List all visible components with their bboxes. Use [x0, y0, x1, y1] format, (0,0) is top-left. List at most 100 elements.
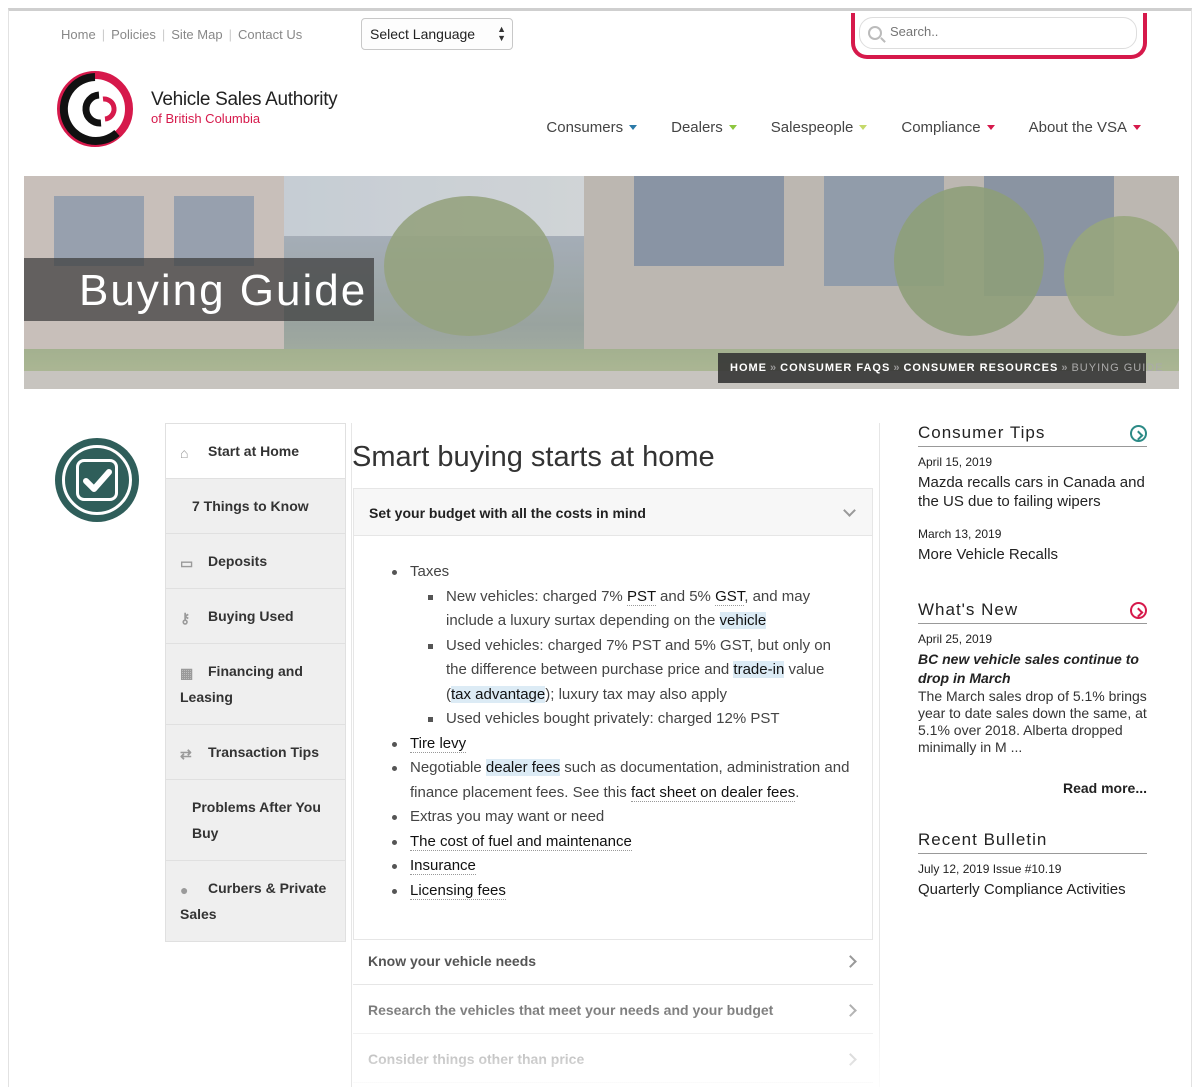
list-item: Used vehicles bought privately: charged … [410, 707, 852, 732]
section-title-text: Consumer Tips [918, 423, 1046, 442]
text: ); luxury tax may also apply [545, 685, 727, 703]
chevron-right-icon [844, 955, 857, 968]
main-content: Smart buying starts at home Set your bud… [351, 423, 881, 1087]
nav-salespeople-label: Salespeople [770, 119, 854, 136]
tip-link[interactable]: Mazda recalls cars in Canada and the US … [918, 473, 1147, 511]
trade-in-link[interactable]: trade-in [733, 661, 785, 678]
sidebar-item-label: Buying Used [208, 608, 294, 624]
list-item: Negotiable dealer fees such as documenta… [374, 756, 852, 805]
breadcrumb-home[interactable]: HOME [730, 362, 767, 374]
accordion-budget-title: Set your budget with all the costs in mi… [369, 505, 646, 521]
bulletin-date: July 12, 2019 Issue #10.19 [918, 862, 1062, 876]
tire-levy-link[interactable]: Tire levy [410, 734, 467, 753]
pst-link[interactable]: PST [626, 587, 656, 606]
text: . [795, 783, 800, 801]
breadcrumb-consumer-faqs[interactable]: CONSUMER FAQS [780, 362, 890, 374]
nav-salespeople[interactable]: Salespeople [771, 119, 868, 136]
sidebar-item-label: Financing and Leasing [180, 663, 303, 705]
nav-about-label: About the VSA [1028, 119, 1127, 136]
utility-link-contact[interactable]: Contact Us [232, 27, 308, 42]
sidebar-item-label: 7 Things to Know [192, 498, 309, 514]
fuel-maintenance-link[interactable]: The cost of fuel and maintenance [410, 832, 632, 851]
logo-name: Vehicle Sales Authority [151, 89, 338, 110]
arrow-right-circle-icon[interactable] [1130, 425, 1147, 442]
nav-consumers-label: Consumers [546, 119, 624, 136]
licensing-fees-link[interactable]: Licensing fees [410, 881, 506, 900]
gst-link[interactable]: GST [715, 587, 745, 606]
key-icon: ⚷ [180, 610, 191, 626]
accordion-vehicle-needs[interactable]: Know your vehicle needs [353, 937, 873, 985]
sidebar-item-financing[interactable]: ▦ Financing and Leasing [166, 644, 345, 725]
sidebar-item-deposits[interactable]: ▭ Deposits [166, 534, 345, 589]
news-headline[interactable]: BC new vehicle sales continue to drop in… [918, 650, 1147, 688]
chevron-down-icon [1133, 125, 1141, 130]
accordion-other-than-price[interactable]: Consider things other than price [353, 1035, 873, 1083]
nav-compliance-label: Compliance [901, 119, 981, 136]
page-title: Buying Guide [24, 258, 374, 321]
consumer-tips-title: Consumer Tips [918, 423, 1147, 447]
sidebar-item-start-at-home[interactable]: ⌂ Start at Home [166, 424, 345, 479]
sidebar-item-label: Transaction Tips [208, 744, 319, 760]
utility-link-policies[interactable]: Policies [105, 27, 162, 42]
chevron-right-icon [844, 1004, 857, 1017]
chevron-down-icon [728, 125, 737, 130]
inbox-icon: ▭ [180, 555, 194, 571]
chevron-down-icon [629, 125, 638, 130]
vsa-logo-mark-icon [57, 71, 133, 147]
sidebar-item-problems[interactable]: Problems After You Buy [166, 780, 345, 861]
vsa-logo[interactable]: Vehicle Sales Authority of British Colum… [55, 69, 355, 149]
select-arrows-icon: ▲ ▼ [497, 24, 506, 43]
list-item: Used vehicles: charged 7% PST and 5% GST… [410, 634, 852, 708]
news-date: April 25, 2019 [918, 632, 993, 646]
bulletin-link[interactable]: Quarterly Compliance Activities [918, 880, 1147, 899]
sidebar-item-curbers[interactable]: ● Curbers & Private Sales [166, 861, 345, 941]
browser-page: Home | Policies | Site Map | Contact Us Sel… [8, 8, 1192, 1087]
tax-advantage-link[interactable]: tax advantage [451, 685, 546, 703]
sidebar-item-label: Deposits [208, 553, 268, 569]
nav-compliance[interactable]: Compliance [901, 119, 995, 136]
sidebar-item-7-things[interactable]: 7 Things to Know [166, 479, 345, 534]
language-select[interactable]: Select Language ▲ ▼ [361, 18, 513, 50]
section-sidebar: ⌂ Start at Home 7 Things to Know ▭ Deposit… [165, 423, 346, 942]
fact-sheet-link[interactable]: fact sheet on dealer fees [630, 783, 796, 802]
sidebar-item-label: Problems After You Buy [192, 799, 321, 841]
whats-new-title: What's New [918, 600, 1147, 624]
chevron-down-icon [859, 125, 868, 130]
breadcrumb-consumer-resources[interactable]: CONSUMER RESOURCES [903, 362, 1058, 374]
list-item: Insurance [374, 854, 852, 879]
tip-link[interactable]: More Vehicle Recalls [918, 545, 1147, 564]
read-more-link[interactable]: Read more... [918, 780, 1147, 796]
recent-bulletin-title: Recent Bulletin [918, 830, 1147, 854]
breadcrumb-current: BUYING GUIDE [1071, 362, 1164, 374]
insurance-link[interactable]: Insurance [410, 857, 476, 875]
nav-about[interactable]: About the VSA [1029, 119, 1141, 136]
accordion-budget-header[interactable]: Set your budget with all the costs in mi… [353, 488, 873, 536]
home-icon: ⌂ [180, 445, 189, 461]
search-box [851, 13, 1147, 59]
vehicle-link[interactable]: vehicle [719, 612, 767, 629]
chevron-down-icon [843, 504, 856, 517]
text: Negotiable [410, 759, 486, 776]
search-field[interactable] [859, 17, 1137, 49]
chevron-down-icon [986, 125, 995, 130]
dealer-fees-link[interactable]: dealer fees [485, 759, 561, 776]
sidebar-item-buying-used[interactable]: ⚷ Buying Used [166, 589, 345, 644]
search-input[interactable] [890, 24, 1130, 39]
sidebar-item-label: Start at Home [208, 443, 300, 459]
utility-link-home[interactable]: Home [61, 27, 102, 42]
sidebar-item-transaction-tips[interactable]: ⇄ Transaction Tips [166, 725, 345, 780]
text: New vehicles: charged 7% [446, 587, 627, 605]
nav-consumers[interactable]: Consumers [546, 119, 638, 136]
arrow-right-circle-icon[interactable] [1130, 602, 1147, 619]
list-item: The cost of fuel and maintenance [374, 830, 852, 855]
nav-dealers[interactable]: Dealers [671, 119, 737, 136]
tip-date: April 15, 2019 [918, 455, 993, 469]
accordion-title: Consider things other than price [368, 1051, 585, 1067]
user-icon: ● [180, 882, 189, 898]
exchange-icon: ⇄ [180, 746, 192, 762]
text: and 5% [655, 587, 716, 605]
accordion-research[interactable]: Research the vehicles that meet your nee… [353, 986, 873, 1034]
utility-link-sitemap[interactable]: Site Map [165, 27, 228, 42]
checklist-badge-icon [55, 438, 139, 522]
chevron-right-icon [844, 1053, 857, 1066]
